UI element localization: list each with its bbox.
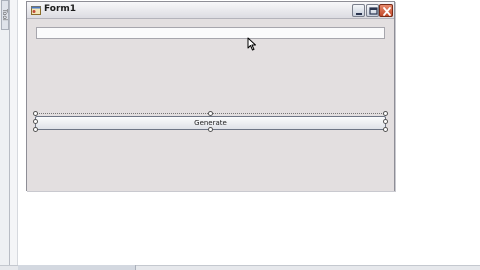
close-button[interactable] [379, 4, 393, 17]
title-bar[interactable]: Form1 [27, 2, 394, 19]
toolbox-tab[interactable]: Tool [1, 0, 9, 30]
form-designer-window: Form1 Generate [26, 1, 395, 191]
form-icon [31, 6, 41, 15]
resize-handle-bottom-center[interactable] [208, 127, 213, 132]
minimize-button[interactable] [352, 4, 365, 17]
close-icon [383, 7, 391, 16]
resize-handle-top-center[interactable] [208, 111, 213, 116]
maximize-button[interactable] [366, 4, 379, 17]
minimize-icon [356, 13, 362, 15]
window-title: Form1 [44, 4, 77, 14]
text-input[interactable] [36, 27, 385, 39]
maximize-icon [369, 7, 378, 15]
form-client-area: Generate [27, 19, 394, 191]
resize-handle-bottom-right[interactable] [383, 127, 388, 132]
resize-handle-top-left[interactable] [33, 111, 38, 116]
ide-toolbox-strip: Tool [0, 0, 10, 270]
ide-bottom-panel [0, 265, 480, 270]
resize-handle-middle-left[interactable] [33, 119, 38, 124]
designer-gutter [10, 0, 18, 270]
mouse-cursor-icon [247, 37, 256, 51]
resize-handle-bottom-left[interactable] [33, 127, 38, 132]
bottom-panel-tab[interactable] [18, 265, 136, 270]
resize-handle-top-right[interactable] [383, 111, 388, 116]
resize-handle-middle-right[interactable] [383, 119, 388, 124]
